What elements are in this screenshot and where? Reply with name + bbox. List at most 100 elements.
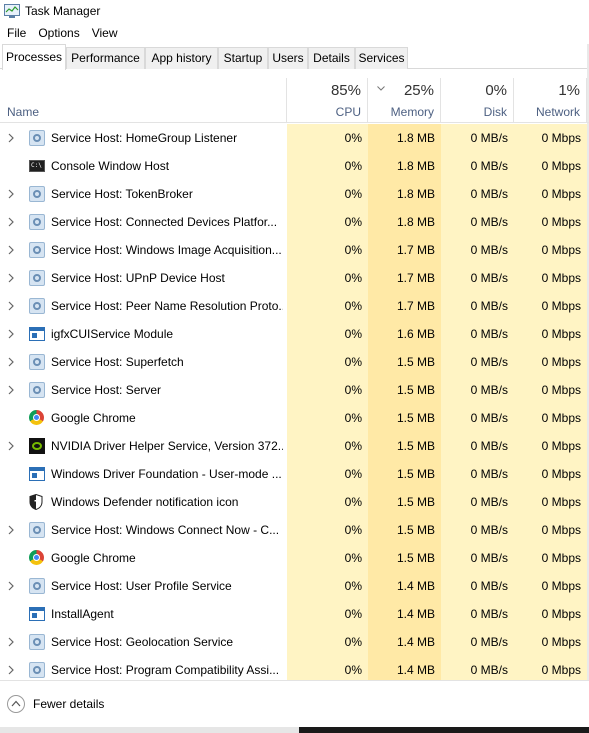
process-row[interactable]: Windows Driver Foundation - User-mode ..… [0,460,589,488]
process-cpu-value: 0% [287,320,368,348]
gear-icon [29,662,45,678]
process-row[interactable]: Google Chrome 0% 1.5 MB 0 MB/s 0 Mbps [0,404,589,432]
process-network-value: 0 Mbps [514,348,587,376]
chevron-right-icon[interactable] [8,581,16,591]
process-row[interactable]: igfxCUIService Module 0% 1.6 MB 0 MB/s 0 Mbp… [0,320,589,348]
chevron-right-icon[interactable] [8,665,16,675]
process-name: Service Host: Server [51,383,162,397]
window-app-icon [29,326,45,342]
process-row[interactable]: InstallAgent 0% 1.4 MB 0 MB/s 0 Mbps [0,600,589,628]
chevron-right-icon[interactable] [8,329,16,339]
process-memory-value: 1.7 MB [368,292,441,320]
process-name-cell: Service Host: HomeGroup Listener [0,124,287,152]
process-memory-value: 1.5 MB [368,348,441,376]
chevron-right-icon[interactable] [8,133,16,143]
process-row[interactable]: Service Host: UPnP Device Host 0% 1.7 MB 0 … [0,264,589,292]
process-name-cell: Service Host: Server [0,376,287,404]
process-row[interactable]: Service Host: Windows Connect Now - C...… [0,516,589,544]
column-memory-label: Memory [390,105,434,119]
menu-file[interactable]: File [0,26,31,40]
column-header-disk[interactable]: 0% Disk [441,78,514,122]
menu-bar: File Options View [0,23,123,43]
process-row[interactable]: Service Host: TokenBroker 0% 1.8 MB 0 MB/s 0… [0,180,589,208]
tab-processes[interactable]: Processes [2,44,66,70]
chevron-right-icon[interactable] [8,217,16,227]
process-name: Service Host: Program Compatibility Assi… [51,663,280,677]
process-name: Service Host: Windows Image Acquisition.… [51,243,282,257]
tab-users[interactable]: Users [268,47,308,69]
network-total-percent: 1% [558,82,580,99]
process-row[interactable]: Service Host: Peer Name Resolution Proto… [0,292,589,320]
chevron-right-icon[interactable] [8,441,16,451]
taskbar-edge-light [0,727,299,733]
process-network-value: 0 Mbps [514,460,587,488]
process-memory-value: 1.7 MB [368,236,441,264]
process-row[interactable]: Service Host: Windows Image Acquisition.… [0,236,589,264]
process-network-value: 0 Mbps [514,628,587,656]
process-cpu-value: 0% [287,376,368,404]
tab-details[interactable]: Details [308,47,355,69]
process-row[interactable]: Service Host: Server 0% 1.5 MB 0 MB/s 0 Mbps [0,376,589,404]
process-disk-value: 0 MB/s [441,152,514,180]
process-row[interactable]: Google Chrome 0% 1.5 MB 0 MB/s 0 Mbps [0,544,589,572]
tab-performance[interactable]: Performance [66,47,145,69]
process-name-cell: Windows Driver Foundation - User-mode ..… [0,460,287,488]
chevron-right-icon[interactable] [8,245,16,255]
menu-options[interactable]: Options [31,26,84,40]
process-network-value: 0 Mbps [514,404,587,432]
process-network-value: 0 Mbps [514,152,587,180]
tab-services[interactable]: Services [355,47,408,69]
process-row[interactable]: C:\ Console Window Host 0% 1.8 MB 0 MB/s 0 Mb… [0,152,589,180]
process-network-value: 0 Mbps [514,432,587,460]
process-row[interactable]: Windows Defender notification icon 0% 1.5 … [0,488,589,516]
column-header-name[interactable]: Name [0,78,287,122]
process-row[interactable]: Service Host: Superfetch 0% 1.5 MB 0 MB/s 0 … [0,348,589,376]
process-row[interactable]: Service Host: Program Compatibility Assi… [0,656,589,680]
process-network-value: 0 Mbps [514,180,587,208]
process-memory-value: 1.8 MB [368,152,441,180]
process-row[interactable]: Service Host: HomeGroup Listener 0% 1.8 MB… [0,124,589,152]
chevron-right-icon[interactable] [8,189,16,199]
gear-icon [29,270,45,286]
chrome-icon [29,410,45,426]
chevron-right-icon[interactable] [8,525,16,535]
process-name: Google Chrome [51,411,136,425]
disk-total-percent: 0% [485,82,507,99]
process-name: Service Host: User Profile Service [51,579,232,593]
tab-startup[interactable]: Startup [218,47,268,69]
process-disk-value: 0 MB/s [441,236,514,264]
tab-app-history[interactable]: App history [145,47,218,69]
chevron-right-icon[interactable] [8,273,16,283]
chevron-up-icon [7,695,25,713]
process-name: Windows Defender notification icon [51,495,239,509]
chevron-right-icon[interactable] [8,385,16,395]
process-row[interactable]: Service Host: User Profile Service 0% 1.4 … [0,572,589,600]
process-network-value: 0 Mbps [514,600,587,628]
process-memory-value: 1.4 MB [368,600,441,628]
fewer-details-button[interactable]: Fewer details [7,695,104,713]
process-network-value: 0 Mbps [514,208,587,236]
column-header-memory[interactable]: 25% Memory [368,78,441,122]
gear-icon [29,298,45,314]
menu-view[interactable]: View [85,26,123,40]
column-header-cpu[interactable]: 85% CPU [287,78,368,122]
process-name: Windows Driver Foundation - User-mode ..… [51,467,282,481]
chevron-right-icon[interactable] [8,357,16,367]
process-disk-value: 0 MB/s [441,376,514,404]
process-row[interactable]: Service Host: Connected Devices Platfor.… [0,208,589,236]
process-cpu-value: 0% [287,600,368,628]
process-disk-value: 0 MB/s [441,432,514,460]
process-cpu-value: 0% [287,432,368,460]
process-name-cell: Service Host: UPnP Device Host [0,264,287,292]
column-header-network[interactable]: 1% Network [514,78,587,122]
process-list: Service Host: HomeGroup Listener 0% 1.8 MB… [0,124,589,680]
chevron-right-icon[interactable] [8,301,16,311]
process-name-cell: NVIDIA Driver Helper Service, Version 37… [0,432,287,460]
process-network-value: 0 Mbps [514,516,587,544]
process-memory-value: 1.8 MB [368,124,441,152]
process-cpu-value: 0% [287,656,368,680]
chevron-right-icon[interactable] [8,637,16,647]
process-row[interactable]: NVIDIA Driver Helper Service, Version 37… [0,432,589,460]
process-row[interactable]: Service Host: Geolocation Service 0% 1.4 M… [0,628,589,656]
process-cpu-value: 0% [287,292,368,320]
